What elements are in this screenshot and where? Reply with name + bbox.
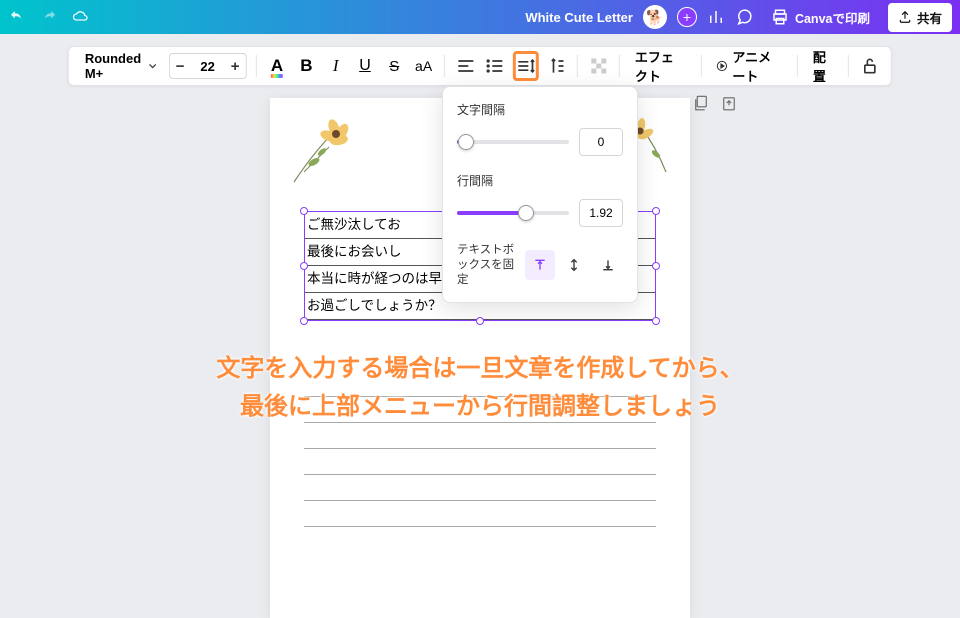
animate-icon [716, 58, 728, 74]
anchor-label: テキストボックスを固定 [457, 243, 525, 288]
text-color-button[interactable]: A [265, 51, 288, 81]
print-button[interactable]: Canvaで印刷 [763, 4, 878, 31]
anchor-middle-button[interactable] [559, 250, 589, 280]
resize-handle[interactable] [652, 317, 660, 325]
tip-line-1: 文字を入力する場合は一旦文章を作成してから、 [0, 350, 960, 388]
insights-icon[interactable] [707, 8, 725, 26]
strikethrough-button[interactable]: S [383, 51, 406, 81]
resize-handle[interactable] [476, 317, 484, 325]
underline-button[interactable]: U [353, 51, 376, 81]
animate-button[interactable]: アニメート [710, 43, 788, 89]
align-button[interactable] [454, 51, 477, 81]
avatar[interactable]: 🐕 [643, 5, 667, 29]
redo-icon[interactable] [40, 8, 58, 26]
share-button[interactable]: 共有 [888, 3, 952, 32]
position-button[interactable]: 配置 [807, 43, 839, 89]
resize-handle[interactable] [300, 317, 308, 325]
text-case-button[interactable]: aA [412, 51, 435, 81]
transparency-button[interactable] [587, 51, 610, 81]
resize-handle[interactable] [300, 207, 308, 215]
resize-handle[interactable] [652, 207, 660, 215]
share-icon [898, 10, 912, 24]
font-family-select[interactable]: Rounded M+ [79, 47, 163, 85]
letter-spacing-value[interactable]: 0 [579, 128, 623, 156]
resize-handle[interactable] [300, 262, 308, 270]
anchor-top-button[interactable] [525, 250, 555, 280]
line-spacing-label: 行間隔 [457, 172, 623, 189]
font-size-increase[interactable]: + [225, 53, 247, 79]
list-button[interactable] [483, 51, 506, 81]
flower-decoration-top-left [284, 112, 374, 192]
text-toolbar: Rounded M+ − 22 + A B I U S aA エフェクト アニメ… [68, 46, 892, 86]
app-header: White Cute Letter 🐕 + Canvaで印刷 共有 [0, 0, 960, 34]
spacing-popover: 文字間隔 0 行間隔 1.92 テキストボックスを固定 [442, 86, 638, 303]
chevron-down-icon [149, 61, 157, 71]
instruction-overlay: 文字を入力する場合は一旦文章を作成してから、 最後に上部メニューから行間調整しま… [0, 350, 960, 427]
font-name-label: Rounded M+ [85, 51, 145, 81]
italic-button[interactable]: I [324, 51, 347, 81]
letter-spacing-slider[interactable] [457, 140, 569, 144]
export-page-icon[interactable] [720, 94, 738, 112]
line-spacing-value[interactable]: 1.92 [579, 199, 623, 227]
add-member-button[interactable]: + [677, 7, 697, 27]
cloud-sync-icon[interactable] [72, 8, 90, 26]
letter-spacing-label: 文字間隔 [457, 101, 623, 118]
duplicate-page-icon[interactable] [692, 94, 710, 112]
printer-icon [771, 8, 789, 26]
anchor-bottom-button[interactable] [593, 250, 623, 280]
print-label: Canvaで印刷 [795, 8, 870, 27]
document-title[interactable]: White Cute Letter [525, 10, 633, 25]
undo-icon[interactable] [8, 8, 26, 26]
bold-button[interactable]: B [295, 51, 318, 81]
effects-button[interactable]: エフェクト [629, 43, 692, 89]
font-size-input[interactable]: 22 [191, 53, 225, 79]
lock-button[interactable] [858, 51, 881, 81]
comment-icon[interactable] [735, 8, 753, 26]
line-spacing-slider[interactable] [457, 211, 569, 215]
tip-line-2: 最後に上部メニューから行間調整しましょう [0, 388, 960, 426]
font-size-decrease[interactable]: − [169, 53, 191, 79]
vertical-text-button[interactable] [545, 51, 568, 81]
resize-handle[interactable] [652, 262, 660, 270]
share-label: 共有 [917, 8, 942, 27]
spacing-button[interactable] [513, 51, 539, 81]
